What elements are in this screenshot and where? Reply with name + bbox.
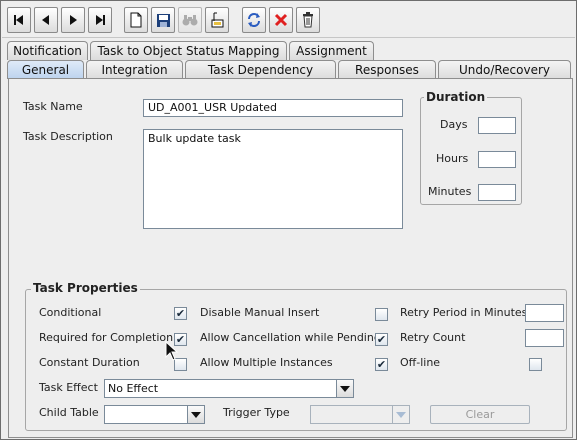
mouse-cursor-icon <box>165 341 179 361</box>
hours-label: Hours <box>436 152 469 165</box>
find-binoculars-icon <box>182 15 198 26</box>
task-name-label: Task Name <box>23 100 83 113</box>
duration-title: Duration <box>424 90 488 104</box>
tab-responses[interactable]: Responses <box>338 60 436 79</box>
minutes-label: Minutes <box>428 185 472 198</box>
constant-duration-label: Constant Duration <box>39 356 140 369</box>
tab-task-dependency[interactable]: Task Dependency <box>185 60 336 79</box>
days-label: Days <box>440 118 468 131</box>
retry-period-input[interactable] <box>525 304 564 322</box>
minutes-input[interactable] <box>478 184 516 201</box>
refresh-icon <box>248 13 260 27</box>
disable-manual-insert-checkbox[interactable] <box>375 308 388 321</box>
disable-manual-insert-label: Disable Manual Insert <box>200 306 320 319</box>
clear-button[interactable]: Clear <box>430 405 530 424</box>
conditional-checkbox[interactable]: ✔ <box>174 307 187 320</box>
trigger-type-select[interactable] <box>310 405 410 424</box>
query-button[interactable] <box>205 7 229 33</box>
toolbar <box>2 2 575 38</box>
save-icon <box>156 13 170 27</box>
task-effect-value: No Effect <box>108 382 159 395</box>
task-effect-select[interactable]: No Effect <box>104 379 354 398</box>
first-record-button[interactable] <box>7 7 31 33</box>
allow-multiple-instances-checkbox[interactable]: ✔ <box>375 358 388 371</box>
chevron-down-icon[interactable] <box>336 380 353 397</box>
allow-cancellation-checkbox[interactable]: ✔ <box>375 333 388 346</box>
new-button[interactable] <box>124 7 148 33</box>
retry-count-input[interactable] <box>525 329 564 347</box>
query-icon <box>211 12 224 28</box>
child-table-label: Child Table <box>39 406 99 419</box>
allow-multiple-instances-label: Allow Multiple Instances <box>200 356 333 369</box>
task-description-label: Task Description <box>23 130 113 143</box>
days-input[interactable] <box>478 117 516 134</box>
new-document-icon <box>130 12 142 28</box>
first-record-icon <box>14 15 23 25</box>
last-record-button[interactable] <box>88 7 112 33</box>
task-name-input[interactable]: UD_A001_USR Updated <box>143 99 403 117</box>
allow-cancellation-label: Allow Cancellation while Pending <box>200 331 381 344</box>
delete-x-icon <box>274 13 288 27</box>
tab-general[interactable]: General <box>7 60 84 79</box>
trash-button[interactable] <box>296 7 320 33</box>
trigger-type-label: Trigger Type <box>223 406 290 419</box>
retry-count-label: Retry Count <box>400 331 466 344</box>
find-button[interactable] <box>178 7 202 33</box>
previous-record-button[interactable] <box>34 7 58 33</box>
tab-notification[interactable]: Notification <box>7 41 88 60</box>
previous-record-icon <box>42 15 49 25</box>
save-button[interactable] <box>151 7 175 33</box>
tab-assignment[interactable]: Assignment <box>289 41 374 60</box>
chevron-down-icon[interactable] <box>392 406 409 423</box>
child-table-select[interactable] <box>104 405 205 424</box>
off-line-label: Off-line <box>400 356 441 369</box>
next-record-button[interactable] <box>61 7 85 33</box>
task-description-textarea[interactable]: Bulk update task <box>143 129 403 229</box>
retry-period-label: Retry Period in Minutes <box>400 306 528 319</box>
task-effect-label: Task Effect <box>39 381 98 394</box>
trash-icon <box>303 12 313 28</box>
delete-button[interactable] <box>269 7 293 33</box>
chevron-down-icon[interactable] <box>187 406 204 423</box>
tab-undo-recovery[interactable]: Undo/Recovery <box>438 60 571 79</box>
tab-integration[interactable]: Integration <box>86 60 183 79</box>
refresh-button[interactable] <box>242 7 266 33</box>
last-record-icon <box>96 15 105 25</box>
required-for-completion-label: Required for Completion <box>39 331 174 344</box>
window-frame: Notification Task to Object Status Mappi… <box>0 0 577 440</box>
next-record-icon <box>70 15 77 25</box>
conditional-label: Conditional <box>39 306 102 319</box>
tab-task-to-object-status-mapping[interactable]: Task to Object Status Mapping <box>90 41 287 60</box>
off-line-checkbox[interactable] <box>529 358 542 371</box>
task-properties-title: Task Properties <box>31 281 140 295</box>
hours-input[interactable] <box>478 151 516 168</box>
